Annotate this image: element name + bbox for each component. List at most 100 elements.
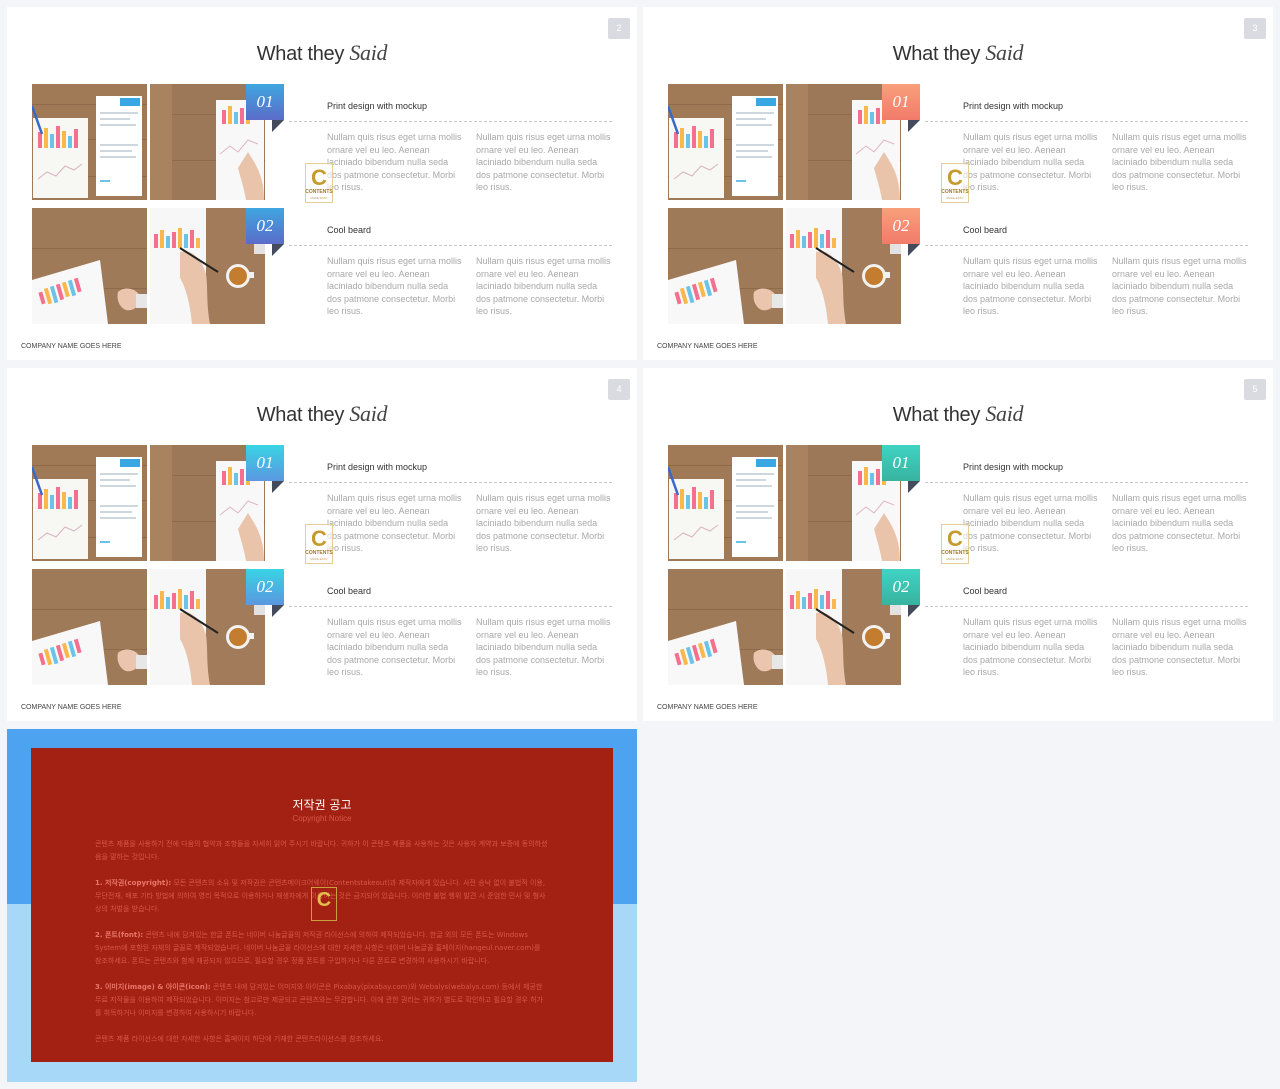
slide-title: What they Said: [643, 401, 1273, 427]
title-italic: Said: [349, 40, 388, 65]
dashed-divider: [925, 245, 1248, 246]
slide-thumbnail-3[interactable]: 3 What they Said 01 02 Print design with…: [643, 7, 1273, 360]
page-number-badge: 5: [1244, 379, 1266, 400]
body-paragraph: Nullam quis risus eget urna mollis ornar…: [1112, 132, 1247, 193]
slide-thumbnail-4[interactable]: 4 What they Said 01 02 Print design with…: [7, 368, 637, 721]
watermark-subtext: MAKE EASY: [310, 557, 328, 561]
page-number-badge: 4: [608, 379, 630, 400]
slide-title: What they Said: [643, 40, 1273, 66]
section-title-cool-beard: Cool beard: [963, 586, 1008, 596]
watermark-subtext: MAKE EASY: [946, 557, 964, 561]
number-badge-02: 02: [882, 569, 920, 605]
copyright-body: 콘텐츠 제품을 사용하기 전에 다음의 협약과 조항들을 자세히 읽어 주시기 …: [95, 838, 549, 1059]
copyright-title: 저작권 공고: [292, 798, 352, 812]
slide-thumbnail-2[interactable]: 2 What they Said 01 02 Print design with…: [7, 7, 637, 360]
dashed-divider: [925, 482, 1248, 483]
slide-title: What they Said: [7, 40, 637, 66]
section-title-cool-beard: Cool beard: [327, 586, 372, 596]
copyright-intro: 콘텐츠 제품을 사용하기 전에 다음의 협약과 조항들을 자세히 읽어 주시기 …: [95, 840, 548, 861]
section-title-cool-beard: Cool beard: [327, 225, 372, 235]
copyright-item-3: 3. 이미지(image) & 아이콘(icon): 콘텐츠 내에 담겨있는 이…: [95, 981, 549, 1020]
body-paragraph: Nullam quis risus eget urna mollis ornar…: [963, 256, 1098, 317]
body-paragraph: Nullam quis risus eget urna mollis ornar…: [327, 132, 462, 193]
dashed-divider: [925, 121, 1248, 122]
watermark-letter: C: [311, 526, 327, 551]
photo-charts-documents: [668, 84, 783, 200]
watermark-text: CONTENTS: [305, 550, 333, 556]
badge-fold-shape: [908, 120, 920, 132]
copyright-panel: 저작권 공고 Copyright Notice 콘텐츠 제품을 사용하기 전에 …: [31, 748, 613, 1062]
photo-charts-documents: [32, 84, 147, 200]
title-plain: What they: [256, 404, 350, 426]
dashed-divider: [289, 245, 612, 246]
section-title-cool-beard: Cool beard: [963, 225, 1008, 235]
number-badge-01: 01: [246, 84, 284, 120]
title-italic: Said: [349, 401, 388, 426]
badge-fold-shape: [272, 120, 284, 132]
title-italic: Said: [985, 40, 1024, 65]
photo-charts-documents: [32, 445, 147, 561]
watermark-logo: C: [311, 887, 337, 921]
body-paragraph: Nullam quis risus eget urna mollis ornar…: [476, 132, 611, 193]
watermark-letter: C: [316, 889, 332, 911]
company-footer: COMPANY NAME GOES HERE: [657, 343, 758, 350]
watermark-letter: C: [311, 165, 327, 190]
slide-thumbnail-5[interactable]: 5 What they Said 01 02 Print design with…: [643, 368, 1273, 721]
body-paragraph: Nullam quis risus eget urna mollis ornar…: [476, 256, 611, 317]
photo-hand-on-desk: [32, 569, 147, 685]
copyright-outro: 콘텐츠 제품 라이선스에 대한 자세한 사항은 홈페이지 하단에 기재한 콘텐츠…: [95, 1035, 384, 1043]
section-title-print-design: Print design with mockup: [963, 462, 1064, 472]
body-paragraph: Nullam quis risus eget urna mollis ornar…: [476, 617, 611, 678]
number-badge-02: 02: [882, 208, 920, 244]
body-paragraph: Nullam quis risus eget urna mollis ornar…: [963, 132, 1098, 193]
dashed-divider: [289, 121, 612, 122]
body-paragraph: Nullam quis risus eget urna mollis ornar…: [1112, 617, 1247, 678]
title-italic: Said: [985, 401, 1024, 426]
watermark-logo: C CONTENTS MAKE EASY: [941, 163, 969, 203]
watermark-text: CONTENTS: [305, 189, 333, 195]
number-badge-01: 01: [882, 445, 920, 481]
dashed-divider: [289, 482, 612, 483]
watermark-text: CONTENTS: [941, 189, 969, 195]
number-badge-01: 01: [246, 445, 284, 481]
dashed-divider: [289, 606, 612, 607]
body-paragraph: Nullam quis risus eget urna mollis ornar…: [327, 256, 462, 317]
badge-fold-shape: [908, 244, 920, 256]
photo-hand-on-desk: [32, 208, 147, 324]
body-paragraph: Nullam quis risus eget urna mollis ornar…: [1112, 256, 1247, 317]
section-title-print-design: Print design with mockup: [327, 101, 428, 111]
body-paragraph: Nullam quis risus eget urna mollis ornar…: [963, 493, 1098, 554]
watermark-letter: C: [947, 165, 963, 190]
section-title-print-design: Print design with mockup: [963, 101, 1064, 111]
body-paragraph: Nullam quis risus eget urna mollis ornar…: [476, 493, 611, 554]
watermark-text: CONTENTS: [941, 550, 969, 556]
page-number-badge: 3: [1244, 18, 1266, 39]
badge-fold-shape: [272, 481, 284, 493]
body-paragraph: Nullam quis risus eget urna mollis ornar…: [963, 617, 1098, 678]
watermark-logo: C CONTENTS MAKE EASY: [941, 524, 969, 564]
watermark-letter: C: [947, 526, 963, 551]
photo-charts-documents: [668, 445, 783, 561]
body-paragraph: Nullam quis risus eget urna mollis ornar…: [1112, 493, 1247, 554]
title-plain: What they: [256, 43, 350, 65]
watermark-subtext: MAKE EASY: [310, 196, 328, 200]
watermark-subtext: MAKE EASY: [946, 196, 964, 200]
slide-title: What they Said: [7, 401, 637, 427]
company-footer: COMPANY NAME GOES HERE: [21, 704, 122, 711]
number-badge-02: 02: [246, 569, 284, 605]
slide-thumbnail-copyright[interactable]: 저작권 공고 Copyright Notice 콘텐츠 제품을 사용하기 전에 …: [7, 729, 637, 1082]
copyright-item-3-label: 3. 이미지(image) & 아이콘(icon):: [95, 983, 211, 991]
copyright-item-2-label: 2. 폰트(font):: [95, 931, 144, 939]
watermark-logo: C CONTENTS MAKE EASY: [305, 163, 333, 203]
section-title-print-design: Print design with mockup: [327, 462, 428, 472]
copyright-item-2-text: 콘텐츠 내에 담겨있는 한글 폰트는 네이버 나눔글꼴의 저작권 라이선스에 의…: [95, 931, 541, 965]
badge-fold-shape: [272, 605, 284, 617]
body-paragraph: Nullam quis risus eget urna mollis ornar…: [327, 617, 462, 678]
body-paragraph: Nullam quis risus eget urna mollis ornar…: [327, 493, 462, 554]
number-badge-01: 01: [882, 84, 920, 120]
copyright-item-1-label: 1. 저작권(copyright):: [95, 879, 172, 887]
title-plain: What they: [892, 404, 986, 426]
badge-fold-shape: [908, 481, 920, 493]
company-footer: COMPANY NAME GOES HERE: [21, 343, 122, 350]
badge-fold-shape: [272, 244, 284, 256]
